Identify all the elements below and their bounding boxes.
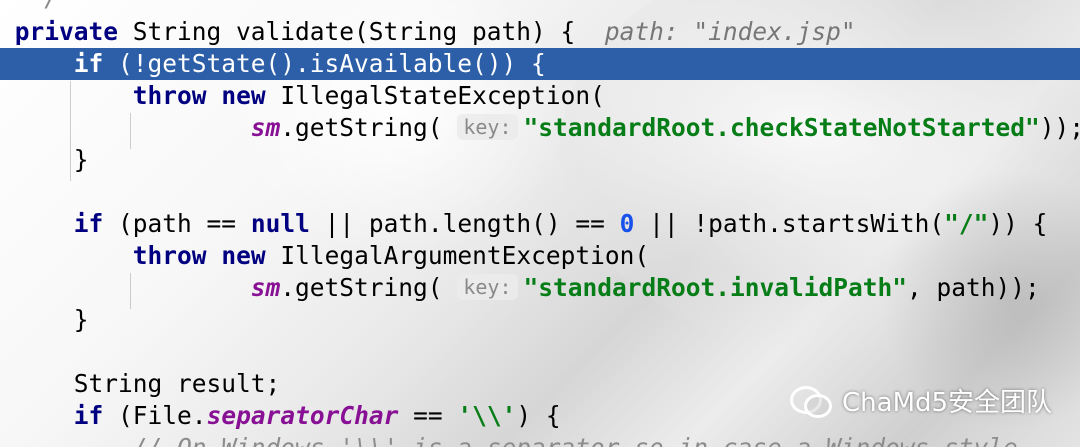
parameter-hint: key: (457, 274, 518, 300)
code-line: throw new IllegalArgumentException( (132, 241, 650, 270)
code-line-fragment: */ (0, 0, 1080, 14)
code-line-current[interactable]: if (!getState().isAvailable()) { (0, 48, 1080, 80)
code-line: if (path == null || path.length() == 0 |… (73, 209, 1048, 238)
code-editor[interactable]: */ private String validate(String path) … (0, 0, 1080, 447)
parameter-hint: key: (457, 114, 518, 140)
code-line: sm.getString( key: "standardRoot.invalidP… (250, 273, 1040, 302)
watermark: ChaMd5安全团队 (788, 378, 1052, 422)
code-line: private String validate(String path) { p… (14, 17, 856, 46)
code-line: // On Windows '\\' is a separator so in … (0, 432, 1080, 447)
code-line: } (73, 305, 89, 334)
code-line: throw new IllegalStateException( (132, 81, 605, 110)
code-line: sm.getString( key: "standardRoot.checkSta… (250, 113, 1080, 142)
wechat-icon (788, 380, 832, 420)
code-line: } (73, 145, 89, 174)
inline-value-hint: path: "index.jsp" (604, 17, 856, 46)
watermark-text: ChaMd5安全团队 (842, 387, 1053, 418)
